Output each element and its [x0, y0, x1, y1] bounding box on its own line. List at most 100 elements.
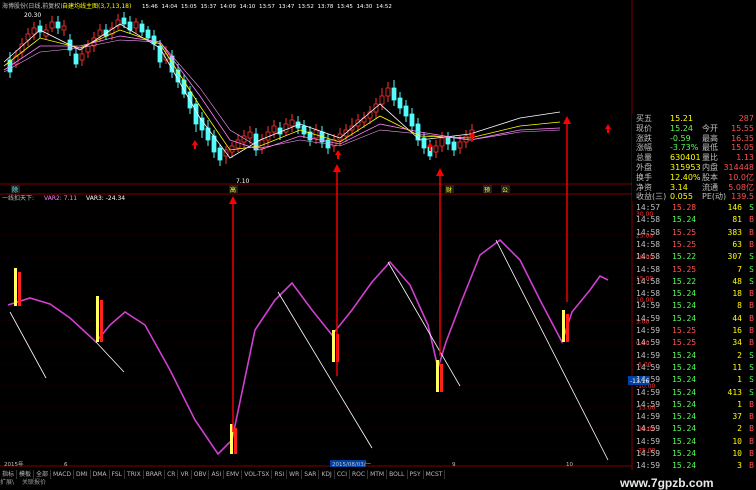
candle-body [439, 137, 445, 147]
indicator-tab-kdj[interactable]: KDJ [319, 470, 335, 479]
tick-volume: 81 [732, 215, 742, 225]
event-marker-label: 除 [12, 186, 18, 194]
tick-price: 15.24 [672, 399, 697, 409]
header-time: 14:10 [240, 4, 256, 10]
tick-row: 14:59 15.24 1 S [632, 374, 756, 386]
candle-body [97, 29, 103, 37]
indicator-tab-fsl[interactable]: FSL [110, 470, 126, 479]
indicator-toolbar[interactable]: 指标 模板 全部 MACD DMI DMA FSL TRIX BRAR CR VR OBV ASI EMV… [0, 470, 640, 479]
tick-price: 15.24 [672, 424, 697, 434]
candle-body [289, 119, 295, 127]
header-time: 13:78 [318, 4, 334, 10]
tick-volume: 11 [732, 362, 742, 372]
header-time: 14:52 [376, 4, 392, 10]
indicator-tab-mtm[interactable]: MTM [368, 470, 388, 479]
indicator-tab-brar[interactable]: BRAR [144, 470, 166, 479]
indicator-tab-vol-tsx[interactable]: VOL-TSX [242, 470, 273, 479]
tick-price: 15.25 [672, 326, 697, 335]
tick-price: 15.22 [672, 252, 697, 262]
indicator-tab-sar[interactable]: SAR [302, 470, 320, 479]
tick-direction: B [749, 289, 754, 299]
tick-volume: 383 [727, 227, 742, 237]
linked-quote-tab[interactable]: 关联报价 [22, 479, 46, 486]
tick-price: 15.24 [672, 412, 697, 422]
indicator-tab-boll[interactable]: BOLL [387, 470, 408, 479]
tick-row: 14:58 15.25 7 S [632, 264, 756, 276]
indicator-tab-mcst[interactable]: MCST [424, 470, 446, 479]
tick-price: 15.24 [672, 449, 697, 458]
indicator-tab-全部[interactable]: 全部 [34, 470, 52, 479]
indicator-tab-macd[interactable]: MACD [51, 470, 75, 479]
indicator-tab-asi[interactable]: ASI [209, 470, 225, 479]
indicator-tab-dmi[interactable]: DMI [74, 470, 91, 479]
tick-volume: 413 [727, 387, 742, 397]
tick-direction: S [749, 252, 754, 262]
candle-body [457, 141, 463, 149]
tick-direction: B [749, 449, 754, 458]
arrow-up-icon [436, 168, 444, 176]
tick-volume: 10 [732, 449, 742, 458]
tick-volume: 3 [737, 461, 742, 471]
tick-row: 14:58 15.25 383 B [632, 227, 756, 239]
x-axis-label: 2015/08/03/一 [332, 462, 372, 468]
tick-price: 15.25 [672, 264, 697, 274]
candle-body [373, 103, 379, 113]
buy-signal-icon [192, 140, 198, 149]
header-time: 14:30 [357, 4, 373, 10]
indicator-tab-emv[interactable]: EMV [224, 470, 243, 479]
signal-bar-yellow [436, 360, 439, 392]
signal-bar-red [100, 300, 103, 342]
header-time: 14:09 [220, 4, 236, 10]
tick-price: 15.22 [672, 276, 697, 286]
candle-body [271, 125, 277, 133]
candle-body [379, 95, 385, 105]
tick-price: 15.24 [672, 461, 697, 471]
tick-row: 14:59 15.24 10 B [632, 436, 756, 448]
indicator-tab-cr[interactable]: CR [165, 470, 179, 479]
tick-time: 14:59 [636, 424, 661, 434]
header-time: 13:47 [279, 4, 295, 10]
candle-body [121, 17, 127, 25]
osc-var2: VAR2: 7.11 [44, 195, 77, 202]
watermark: www.7gpzb.com [620, 476, 714, 490]
tick-row: 14:58 15.25 63 B [632, 239, 756, 251]
candle-body [385, 87, 391, 97]
tick-direction: B [749, 301, 754, 311]
header-time: 15:05 [181, 4, 197, 10]
high-label: 20.30 [24, 12, 41, 19]
candle-body [247, 131, 253, 139]
tick-row: 14:59 15.24 2 S [632, 350, 756, 362]
tick-time: 14:58 [636, 252, 661, 262]
tick-direction: B [749, 239, 754, 249]
candle-body [301, 125, 307, 135]
indicator-tab-psy[interactable]: PSY [408, 470, 424, 479]
tick-time: 14:58 [636, 215, 661, 225]
indicator-tab-模板[interactable]: 模板 [17, 470, 35, 479]
indicator-tab-trix[interactable]: TRIX [125, 470, 144, 479]
tick-row: 14:59 15.24 1 B [632, 399, 756, 411]
header-time: 13:57 [259, 4, 275, 10]
event-marker-label: 预 [484, 186, 490, 194]
tick-time: 14:59 [636, 412, 661, 422]
indicator-tab-rsi[interactable]: RSI [272, 470, 288, 479]
tick-price: 15.24 [672, 215, 697, 225]
tick-price: 15.24 [672, 313, 697, 323]
tick-price: 15.28 [672, 203, 697, 212]
indicator-tab-obv[interactable]: OBV [192, 470, 210, 479]
indicator-tab-cci[interactable]: CCI [335, 470, 350, 479]
trend-line [495, 239, 609, 461]
indicator-tab-roc[interactable]: ROC [350, 470, 369, 479]
trend-line [9, 311, 47, 379]
indicator-tab-dma[interactable]: DMA [91, 470, 110, 479]
tick-volume: 63 [732, 239, 742, 249]
expand-button[interactable]: 扩展\ [0, 479, 14, 486]
candle-body [235, 139, 241, 149]
candle-body [61, 25, 67, 31]
candle-body [451, 141, 457, 151]
indicator-tab-wr[interactable]: WR [287, 470, 303, 479]
indicator-tab-指标[interactable]: 指标 [0, 470, 18, 479]
tick-price: 15.24 [672, 362, 697, 372]
indicator-tab-vr[interactable]: VR [178, 470, 192, 479]
signal-bar-red [440, 364, 443, 392]
tick-list[interactable]: 14:57 15.28 146 S 14:58 15.24 81 B 14:58 15.25 383… [632, 202, 756, 474]
